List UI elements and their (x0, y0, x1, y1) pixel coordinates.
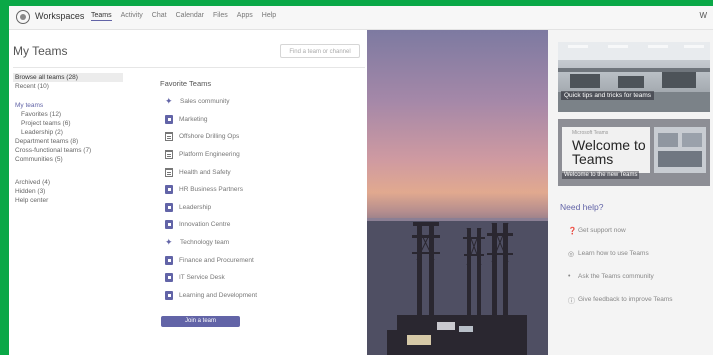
sidebar-nav: Browse all teams (28) Recent (10) My teams… (13, 73, 149, 205)
account-button[interactable]: W (699, 11, 707, 20)
divider (13, 67, 365, 68)
team-name: Platform Engineering (179, 151, 240, 159)
nav-item-1[interactable]: Activity (121, 12, 143, 21)
team-row[interactable]: Leadership (160, 199, 365, 217)
help-link[interactable]: ❓ Get support now (568, 227, 626, 235)
book-icon (165, 202, 173, 212)
team-name: HR Business Partners (179, 186, 243, 194)
tips-card-caption: Quick tips and tricks for teams (561, 91, 655, 100)
book-icon (165, 273, 173, 283)
book-icon (165, 290, 173, 300)
teams-app-window: Workspaces Teams Activity Chat Calendar File… (9, 6, 713, 355)
team-list-header: Favorite Teams (160, 79, 212, 88)
sidebar-item-4[interactable]: Project teams (6) (15, 119, 149, 128)
team-row[interactable]: Health and Safety (160, 163, 365, 181)
help-link[interactable]: ◎ Learn how to use Teams (568, 250, 649, 258)
lightbulb-icon: ⓘ (568, 298, 575, 305)
office-photo (558, 42, 710, 112)
top-bar: Workspaces Teams Activity Chat Calendar File… (9, 6, 713, 30)
top-nav: Teams Activity Chat Calendar Files Apps Help (91, 12, 276, 21)
team-row[interactable]: ✦ Technology team (160, 234, 365, 252)
team-name: Finance and Procurement (179, 256, 254, 264)
nav-item-6[interactable]: Help (262, 12, 276, 21)
team-row[interactable]: Platform Engineering (160, 146, 365, 164)
sidebar-item-8[interactable]: Communities (5) (15, 155, 149, 164)
star-icon: ✦ (165, 237, 173, 248)
team-name: Learning and Development (179, 291, 258, 299)
help-link-label: Learn how to use Teams (578, 250, 649, 257)
document-icon (165, 150, 173, 160)
teams-panel: My Teams Find a team or channel Browse a… (9, 30, 367, 355)
nav-item-4[interactable]: Files (213, 12, 228, 21)
sidebar-item-2[interactable]: My teams (15, 101, 149, 110)
team-name: Offshore Drilling Ops (179, 133, 240, 141)
nav-item-5[interactable]: Apps (237, 12, 253, 21)
team-name: IT Service Desk (179, 274, 225, 282)
nav-item-2[interactable]: Chat (152, 12, 167, 21)
welcome-video-card[interactable]: Microsoft Teams Welcome to Teams Welcome… (558, 119, 710, 186)
nav-item-0[interactable]: Teams (91, 12, 112, 21)
welcome-thumbnail (654, 127, 706, 173)
app-logo-icon[interactable] (16, 10, 30, 24)
search-teams-input[interactable]: Find a team or channel (280, 44, 360, 58)
team-row[interactable]: IT Service Desk (160, 269, 365, 287)
oil-rig-sunset-image (367, 218, 548, 355)
team-name: Technology team (180, 239, 230, 247)
help-panel: Quick tips and tricks for teams Microsof… (548, 30, 713, 355)
community-icon: • (568, 273, 571, 280)
tips-video-card[interactable]: Quick tips and tricks for teams (558, 42, 710, 112)
book-icon (165, 185, 173, 195)
sidebar-item-1[interactable]: Recent (10) (15, 82, 149, 91)
book-icon (165, 114, 173, 124)
team-row[interactable]: Marketing (160, 111, 365, 129)
page-title: My Teams (13, 44, 68, 58)
join-team-button[interactable]: Join a team (161, 316, 240, 327)
help-link-label: Get support now (578, 227, 626, 234)
sidebar-item-5[interactable]: Leadership (2) (15, 128, 149, 137)
hero-photo (367, 30, 548, 355)
welcome-caption: Welcome to the new Teams (562, 171, 640, 179)
document-icon (165, 132, 173, 142)
team-name: Innovation Centre (179, 221, 231, 229)
help-link[interactable]: ⓘ Give feedback to improve Teams (568, 296, 673, 305)
nav-item-3[interactable]: Calendar (176, 12, 204, 21)
need-help-heading: Need help? (560, 202, 604, 212)
app-brand: Workspaces (35, 11, 85, 21)
team-name: Sales community (180, 98, 230, 106)
team-name: Marketing (179, 115, 208, 123)
training-icon: ◎ (568, 251, 575, 258)
team-row[interactable]: Finance and Procurement (160, 251, 365, 269)
team-name: Health and Safety (179, 168, 231, 176)
team-list: Favorite Teams ✦ Sales community Marketing… (160, 79, 365, 304)
sidebar-item-10[interactable]: Hidden (3) (15, 187, 149, 196)
welcome-subtitle: Microsoft Teams (572, 130, 609, 136)
welcome-title: Welcome to Teams (572, 137, 646, 167)
team-row[interactable]: HR Business Partners (160, 181, 365, 199)
meeting-thumbnail-image (654, 127, 706, 173)
team-row[interactable]: Offshore Drilling Ops (160, 128, 365, 146)
book-icon (165, 220, 173, 230)
sidebar-item-6[interactable]: Department teams (8) (15, 137, 149, 146)
document-icon (165, 167, 173, 177)
team-name: Leadership (179, 203, 212, 211)
sidebar-item-0[interactable]: Browse all teams (28) (13, 73, 123, 82)
sidebar-item-3[interactable]: Favorites (12) (15, 110, 149, 119)
team-row[interactable]: Learning and Development (160, 287, 365, 305)
team-row[interactable]: Innovation Centre (160, 216, 365, 234)
help-circle-icon: ❓ (568, 228, 577, 235)
sidebar-item-7[interactable]: Cross-functional teams (7) (15, 146, 149, 155)
star-icon: ✦ (165, 96, 173, 107)
team-row[interactable]: ✦ Sales community (160, 93, 365, 111)
help-link-label: Give feedback to improve Teams (578, 296, 673, 303)
sidebar-item-11[interactable]: Help center (15, 196, 149, 205)
help-link-label: Ask the Teams community (578, 273, 654, 280)
book-icon (165, 255, 173, 265)
help-link[interactable]: • Ask the Teams community (568, 273, 654, 280)
sidebar-item-9[interactable]: Archived (4) (15, 178, 149, 187)
